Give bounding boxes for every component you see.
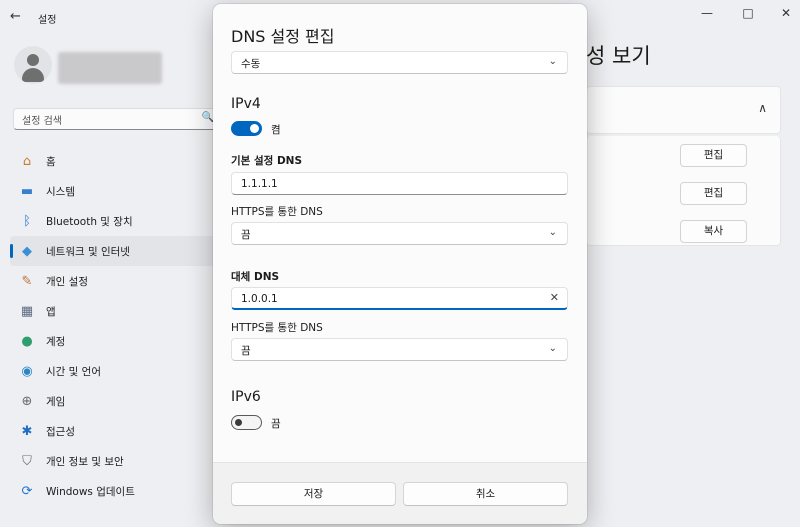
settings-search: 🔍 xyxy=(13,108,221,132)
save-button[interactable]: 저장 xyxy=(231,482,396,506)
edit-button-1[interactable]: 편집 xyxy=(680,144,747,167)
ipv6-heading: IPv6 xyxy=(231,389,261,405)
sidebar-nav: ⌂ 홈 ▬ 시스템 ᛒ Bluetooth 및 장치 ◆ 네트워크 및 인터넷 ✎ 개인 설정 ▦ 앱… xyxy=(10,146,215,506)
back-arrow-icon[interactable]: ← xyxy=(10,9,26,27)
ipv4-heading: IPv4 xyxy=(231,96,261,112)
sidebar-item-10[interactable]: ⛉ 개인 정보 및 보안 xyxy=(10,446,215,476)
sidebar-item-label: 접근성 xyxy=(46,425,75,438)
app-title: 설정 xyxy=(38,15,57,26)
minimize-icon[interactable]: — xyxy=(696,4,718,22)
sidebar-item-label: Bluetooth 및 장치 xyxy=(46,215,133,228)
accessibility-icon: ✱ xyxy=(21,423,33,439)
update-icon: ⟳ xyxy=(21,483,33,499)
page-title: 성 보기 xyxy=(586,44,651,68)
home-icon: ⌂ xyxy=(22,153,32,169)
ipv4-toggle-label: 켬 xyxy=(271,124,281,136)
dns-mode-dropdown[interactable]: 수동 ⌄ xyxy=(231,51,568,74)
cancel-button[interactable]: 취소 xyxy=(403,482,568,506)
properties-card-header[interactable]: ∧ xyxy=(586,86,781,134)
sidebar-item-1[interactable]: ▬ 시스템 xyxy=(10,176,215,206)
sidebar-item-5[interactable]: ▦ 앱 xyxy=(10,296,215,326)
avatar-body xyxy=(22,68,44,82)
sidebar-item-label: 홈 xyxy=(46,155,56,168)
account-icon: ● xyxy=(21,333,33,349)
sidebar-item-label: 네트워크 및 인터넷 xyxy=(46,245,130,258)
sidebar-item-7[interactable]: ◉ 시간 및 언어 xyxy=(10,356,215,386)
alternate-dns-field: ✕ xyxy=(231,287,568,310)
alternate-dns-input[interactable] xyxy=(232,288,542,309)
sidebar-item-label: 게임 xyxy=(46,395,66,408)
sidebar-item-label: 시스템 xyxy=(46,185,75,198)
toggle-knob xyxy=(250,124,259,133)
chevron-down-icon: ⌄ xyxy=(548,56,557,67)
avatar-head xyxy=(27,54,39,66)
username-redacted xyxy=(58,52,162,84)
alternate-dns-label: 대체 DNS xyxy=(231,271,280,283)
bluetooth-icon: ᛒ xyxy=(23,213,31,229)
ipv6-toggle[interactable] xyxy=(231,415,262,430)
maximize-icon[interactable]: □ xyxy=(737,4,759,22)
preferred-https-label: HTTPS를 통한 DNS xyxy=(231,206,323,218)
chevron-up-icon[interactable]: ∧ xyxy=(758,101,767,115)
sidebar-item-0[interactable]: ⌂ 홈 xyxy=(10,146,215,176)
preferred-https-dropdown[interactable]: 끔 ⌄ xyxy=(231,222,568,245)
dns-settings-dialog: DNS 설정 편집 수동 ⌄ IPv4 켬 기본 설정 DNS HTTPS를 통… xyxy=(213,4,587,524)
close-icon[interactable]: ✕ xyxy=(775,4,797,22)
dialog-footer: 저장 취소 xyxy=(213,462,587,524)
edit-button-2[interactable]: 편집 xyxy=(680,182,747,205)
sidebar-item-label: 개인 정보 및 보안 xyxy=(46,455,124,468)
alternate-https-dropdown[interactable]: 끔 ⌄ xyxy=(231,338,568,361)
apps-icon: ▦ xyxy=(20,303,34,319)
search-input[interactable] xyxy=(14,111,194,132)
preferred-dns-label: 기본 설정 DNS xyxy=(231,155,303,167)
sidebar-item-label: Windows 업데이트 xyxy=(46,485,135,498)
sidebar-item-6[interactable]: ● 계정 xyxy=(10,326,215,356)
preferred-dns-field xyxy=(231,172,568,195)
toggle-knob xyxy=(235,419,242,426)
globe-icon: ◉ xyxy=(21,363,33,379)
avatar[interactable] xyxy=(14,46,52,84)
sidebar-item-label: 개인 설정 xyxy=(46,275,88,288)
copy-button[interactable]: 복사 xyxy=(680,220,747,243)
preferred-https-value: 끔 xyxy=(241,229,251,241)
clear-icon[interactable]: ✕ xyxy=(550,291,559,304)
ipv4-toggle[interactable] xyxy=(231,121,262,136)
brush-icon: ✎ xyxy=(21,273,33,289)
dialog-title: DNS 설정 편집 xyxy=(231,27,335,46)
gamepad-icon: ⊕ xyxy=(21,393,33,409)
alternate-https-value: 끔 xyxy=(241,345,251,357)
sidebar-item-label: 시간 및 언어 xyxy=(46,365,101,378)
sidebar-item-9[interactable]: ✱ 접근성 xyxy=(10,416,215,446)
sidebar-item-label: 앱 xyxy=(46,305,56,318)
sidebar-item-2[interactable]: ᛒ Bluetooth 및 장치 xyxy=(10,206,215,236)
sidebar-item-8[interactable]: ⊕ 게임 xyxy=(10,386,215,416)
chevron-down-icon: ⌄ xyxy=(548,227,557,238)
sidebar-item-11[interactable]: ⟳ Windows 업데이트 xyxy=(10,476,215,506)
sidebar-item-3[interactable]: ◆ 네트워크 및 인터넷 xyxy=(10,236,215,266)
sidebar-item-label: 계정 xyxy=(46,335,66,348)
chevron-down-icon: ⌄ xyxy=(548,343,557,354)
preferred-dns-input[interactable] xyxy=(232,173,542,194)
wifi-icon: ◆ xyxy=(22,243,32,259)
shield-icon: ⛉ xyxy=(22,453,32,469)
alternate-https-label: HTTPS를 통한 DNS xyxy=(231,322,323,334)
ipv6-toggle-label: 끔 xyxy=(271,418,281,430)
dns-mode-value: 수동 xyxy=(241,58,261,70)
sidebar-item-4[interactable]: ✎ 개인 설정 xyxy=(10,266,215,296)
monitor-icon: ▬ xyxy=(20,183,34,199)
